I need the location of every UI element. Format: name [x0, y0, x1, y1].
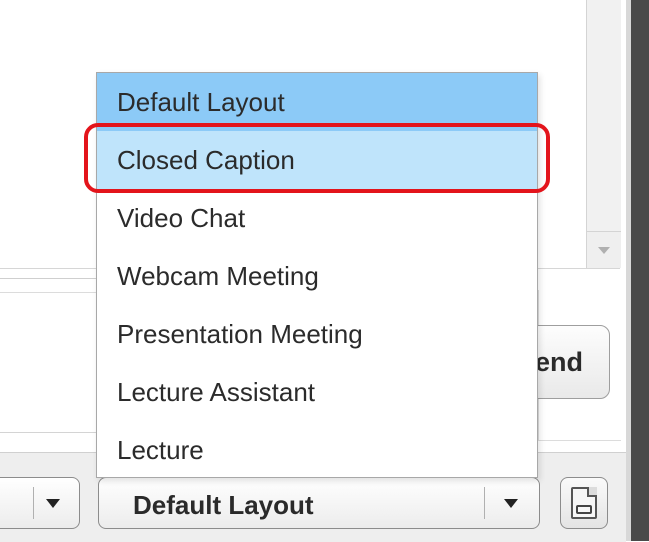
chat-input-border-inner	[0, 292, 100, 293]
window-edge	[626, 0, 649, 541]
closed-caption-document-icon	[571, 487, 597, 519]
layout-select-value: Default Layout	[133, 490, 314, 520]
dropdown-item-label: Lecture	[117, 434, 204, 465]
closed-caption-button[interactable]	[560, 477, 608, 529]
chat-input-bottom-border	[0, 432, 100, 433]
select-separator	[33, 487, 34, 519]
dropdown-item-label: Default Layout	[117, 86, 285, 117]
dropdown-item-label: Lecture Assistant	[117, 376, 315, 407]
select-separator	[484, 487, 485, 519]
dropdown-item-video-chat[interactable]: Video Chat	[97, 189, 537, 247]
annotation-highlight-box	[84, 123, 550, 193]
layout-select-arrow[interactable]	[501, 493, 521, 513]
scroll-down-button[interactable]	[587, 231, 621, 268]
chevron-down-icon	[504, 498, 518, 508]
scroll-down-arrow-icon	[598, 246, 610, 254]
dropdown-item-lecture-assistant[interactable]: Lecture Assistant	[97, 363, 537, 421]
chat-scrollbar[interactable]	[586, 0, 621, 268]
layout-select[interactable]: Default Layout	[98, 477, 540, 529]
dropdown-item-webcam-meeting[interactable]: Webcam Meeting	[97, 247, 537, 305]
dropdown-item-label: Webcam Meeting	[117, 260, 319, 291]
chevron-down-icon	[46, 498, 60, 508]
secondary-select-arrow[interactable]	[43, 493, 63, 513]
dropdown-item-presentation-meeting[interactable]: Presentation Meeting	[97, 305, 537, 363]
dropdown-item-label: Video Chat	[117, 202, 246, 233]
dropdown-item-lecture[interactable]: Lecture	[97, 421, 537, 479]
chat-input-border	[0, 278, 100, 279]
cc-badge-icon	[576, 505, 592, 514]
secondary-select[interactable]	[0, 477, 80, 529]
dropdown-item-label: Presentation Meeting	[117, 318, 363, 349]
